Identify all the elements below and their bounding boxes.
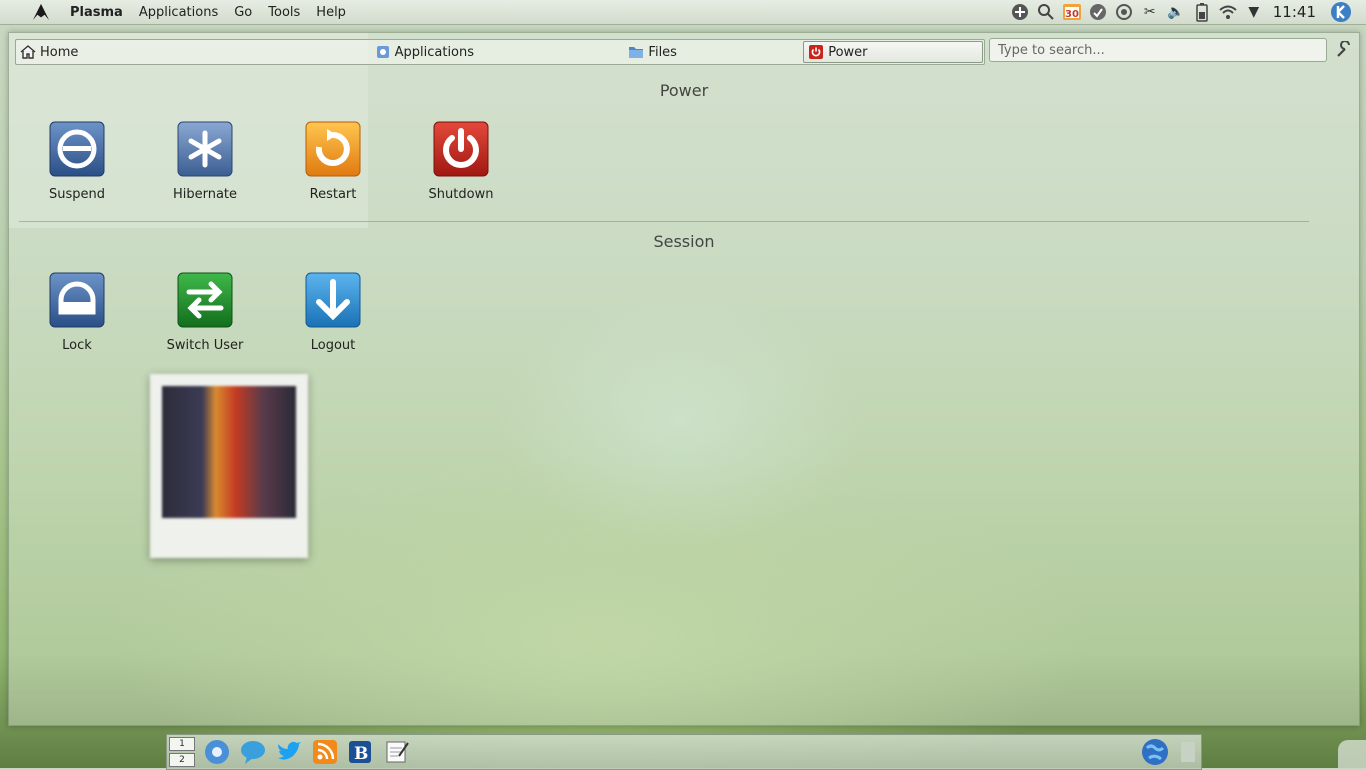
search-people-icon[interactable] [1035, 1, 1057, 23]
notes-icon[interactable] [383, 738, 411, 766]
configure-icon[interactable] [1335, 41, 1353, 59]
menu-tools[interactable]: Tools [260, 5, 308, 20]
add-widget-icon[interactable] [1009, 1, 1031, 23]
lock-button[interactable]: Lock [27, 272, 127, 353]
suspend-label: Suspend [48, 187, 105, 202]
restart-icon [305, 121, 361, 177]
shutdown-label: Shutdown [428, 187, 494, 202]
tab-label: Power [828, 44, 868, 60]
blogilo-icon[interactable]: B [347, 738, 375, 766]
logout-button[interactable]: Logout [283, 272, 383, 353]
hibernate-button[interactable]: Hibernate [155, 121, 255, 202]
restart-button[interactable]: Restart [283, 121, 383, 202]
tray-expand-icon[interactable]: ▼ [1243, 1, 1265, 23]
lock-icon [49, 272, 105, 328]
menu-help[interactable]: Help [308, 5, 354, 20]
system-tray: 30 ✂ 🔈 ▼ 11:41 [1007, 0, 1366, 24]
kde-menu-icon[interactable] [1330, 1, 1352, 23]
tab-home[interactable]: Home [16, 40, 129, 64]
volume-icon[interactable]: 🔈 [1165, 1, 1187, 23]
calendar-day-text: 30 [1065, 9, 1079, 20]
desktop-toolbox-corner[interactable] [1338, 740, 1366, 768]
top-panel: Plasma Applications Go Tools Help 30 ✂ 🔈… [0, 0, 1366, 25]
menu-plasma[interactable]: Plasma [62, 5, 131, 20]
tab-label: Applications [394, 44, 475, 60]
tab-label: Home [40, 44, 79, 60]
section-divider [19, 221, 1309, 222]
tab-files[interactable]: Files [624, 40, 802, 64]
pager-desktop-2[interactable]: 2 [169, 753, 195, 767]
pager-desktop-1[interactable]: 1 [169, 737, 195, 751]
applications-icon [375, 44, 391, 60]
home-icon [20, 44, 36, 60]
switch-user-icon [177, 272, 233, 328]
switch-user-label: Switch User [166, 338, 244, 353]
suspend-button[interactable]: Suspend [27, 121, 127, 202]
bottom-dock: 1 2 B [166, 734, 1202, 770]
calendar-icon[interactable]: 30 [1061, 1, 1083, 23]
twitter-icon[interactable] [275, 738, 303, 766]
globe-icon[interactable] [1141, 738, 1169, 766]
suspend-icon [49, 121, 105, 177]
desktop-pager[interactable]: 1 2 [169, 737, 195, 767]
section-title-power: Power [659, 81, 709, 100]
rss-icon[interactable] [311, 738, 339, 766]
menu-go[interactable]: Go [226, 5, 260, 20]
dock-handle-icon[interactable] [1179, 738, 1197, 766]
scissors-icon[interactable]: ✂ [1139, 1, 1161, 23]
folder-icon [628, 44, 644, 60]
shutdown-button[interactable]: Shutdown [411, 121, 511, 202]
chromium-icon[interactable] [203, 738, 231, 766]
hibernate-icon [177, 121, 233, 177]
tab-label: Files [648, 44, 677, 60]
arch-logo-icon[interactable] [32, 3, 50, 21]
launcher-tabbar: Home Applications Files Power [15, 39, 985, 65]
logout-icon [305, 272, 361, 328]
shutdown-icon [433, 121, 489, 177]
wifi-icon[interactable] [1217, 1, 1239, 23]
device-notifier-icon[interactable] [1113, 1, 1135, 23]
menu-applications[interactable]: Applications [131, 5, 226, 20]
switch-user-button[interactable]: Switch User [155, 272, 255, 353]
search-input[interactable] [989, 38, 1327, 62]
clock[interactable]: 11:41 [1273, 3, 1316, 21]
tab-applications[interactable]: Applications [129, 40, 625, 64]
photo-image [162, 386, 296, 518]
logout-label: Logout [310, 338, 356, 353]
power-icon [808, 44, 824, 60]
photo-frame-widget [150, 374, 308, 558]
restart-label: Restart [309, 187, 357, 202]
section-title-session: Session [653, 232, 715, 251]
battery-icon[interactable] [1191, 1, 1213, 23]
updates-icon[interactable] [1087, 1, 1109, 23]
lock-label: Lock [62, 338, 92, 353]
chat-icon[interactable] [239, 738, 267, 766]
hibernate-label: Hibernate [172, 187, 238, 202]
tab-power[interactable]: Power [803, 41, 983, 63]
svg-text:B: B [354, 744, 368, 764]
